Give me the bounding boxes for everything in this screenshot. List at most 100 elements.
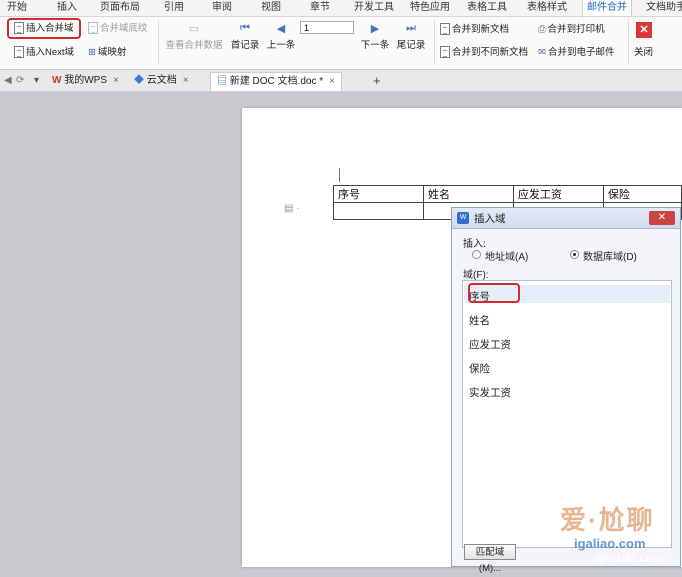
text-cursor [339, 168, 340, 182]
wps-logo-icon: W [52, 75, 62, 86]
tab-developer[interactable]: 开发工具 [350, 0, 398, 16]
field-item[interactable]: 姓名 [469, 313, 490, 328]
tab-table-style[interactable]: 表格样式 [523, 0, 571, 16]
record-number-input[interactable] [300, 21, 354, 34]
table-header-cell[interactable]: 应发工资 [512, 185, 604, 203]
tab-mail-merge[interactable]: 邮件合并 [582, 0, 632, 16]
merge-to-email-label: 合并到电子邮件 [547, 47, 615, 59]
field-item[interactable]: 应发工资 [469, 337, 511, 352]
watermark-text: 爱·尬聊 [560, 505, 655, 535]
view-merged-data-button[interactable]: ▭ 查看合并数据 [164, 22, 224, 51]
prev-record-button[interactable]: ◀ 上一条 [264, 22, 298, 51]
tab-insert[interactable]: 插入 [53, 0, 81, 16]
printer-icon: ⎙ [538, 24, 546, 35]
prev-record-icon: ◀ [276, 23, 286, 35]
new-doc-icon [440, 23, 450, 36]
field-map-label: 域映射 [97, 47, 127, 59]
dialog-title-bar[interactable]: W 插入域 ✕ [452, 208, 680, 229]
merge-to-printer-label: 合并到打印机 [547, 24, 605, 36]
tab-my-wps[interactable]: W 我的WPS × [52, 72, 119, 90]
merge-to-email-button[interactable]: ✉ 合并到电子邮件 [538, 44, 614, 61]
merge-to-new-doc-button[interactable]: 合并到新文档 [440, 21, 509, 38]
document-tab-bar: ◀ ⟳ ▾ W 我的WPS × ◆ 云文档 × ▤ 新建 DOC 文档.doc * ×… [0, 70, 682, 92]
radio-database-label[interactable]: 数据库域(D) [583, 248, 637, 263]
insert-next-field-button[interactable]: 插入Next域 [14, 44, 74, 61]
tab-my-wps-label: 我的WPS [64, 75, 108, 86]
tab-special-apps[interactable]: 特色应用 [406, 0, 454, 16]
tab-cloud-docs[interactable]: ◆ 云文档 × [134, 72, 189, 90]
highlight-insert-merge-field [7, 18, 81, 39]
tab-new-doc[interactable]: ▤ 新建 DOC 文档.doc * × [210, 72, 342, 91]
email-icon: ✉ [538, 47, 546, 58]
close-mail-merge-icon[interactable]: ✕ [636, 22, 652, 38]
next-record-icon: ▶ [370, 23, 380, 35]
tab-view[interactable]: 视图 [257, 0, 285, 16]
first-record-button[interactable]: ⏮ 首记录 [228, 22, 262, 51]
radio-database-field[interactable] [570, 250, 579, 259]
watermark-url: igaliao.com [574, 536, 646, 551]
field-map-icon: ⊞ [88, 47, 96, 58]
doc-file-icon: ▤ [217, 76, 227, 87]
watermark-url-secondary: qkoufu.com- [596, 551, 668, 565]
shading-icon [88, 22, 98, 35]
merge-to-different-docs-button[interactable]: 合并到不同新文档 [440, 44, 528, 61]
different-docs-icon [440, 46, 450, 59]
last-record-label: 尾记录 [396, 40, 426, 51]
radio-address-label[interactable]: 地址域(A) [485, 248, 528, 263]
merge-field-shading-label: 合并域底纹 [100, 23, 148, 34]
tab-doc-assistant[interactable]: 文档助手 [642, 0, 682, 16]
table-header-cell[interactable]: 保险 [602, 185, 682, 203]
last-record-button[interactable]: ⏭ 尾记录 [394, 22, 428, 51]
view-data-icon: ▭ [188, 23, 200, 35]
close-tab-icon[interactable]: × [329, 76, 335, 87]
tab-references[interactable]: 引用 [160, 0, 188, 16]
field-item[interactable]: 保险 [469, 361, 490, 376]
dialog-title: 插入域 [474, 213, 506, 225]
tab-new-doc-label: 新建 DOC 文档.doc * [229, 76, 324, 87]
dialog-close-button[interactable]: ✕ [649, 211, 675, 225]
first-record-label: 首记录 [230, 40, 260, 51]
field-map-button[interactable]: ⊞ 域映射 [88, 44, 126, 61]
prev-record-label: 上一条 [266, 40, 296, 51]
menu-bar: 开始 插入 页面布局 引用 审阅 视图 章节 开发工具 特色应用 表格工具 表格… [0, 0, 682, 17]
field-highlight-box [468, 283, 520, 303]
new-tab-icon[interactable]: + [373, 72, 381, 90]
back-icon[interactable]: ◀ [4, 72, 12, 90]
next-record-label: 下一条 [360, 40, 390, 51]
table-header-cell[interactable]: 姓名 [422, 185, 514, 203]
radio-address-field[interactable] [472, 250, 481, 259]
last-record-icon: ⏭ [406, 22, 416, 34]
merge-field-shading-button[interactable]: 合并域底纹 [88, 20, 148, 37]
first-record-icon: ⏮ [240, 22, 250, 34]
tab-cloud-docs-label: 云文档 [146, 75, 177, 86]
insert-next-field-label: 插入Next域 [26, 47, 75, 58]
table-cell[interactable] [333, 202, 424, 220]
close-mail-merge-label[interactable]: 关闭 [634, 44, 653, 61]
ribbon-separator [628, 20, 629, 64]
table-header-cell[interactable]: 序号 [333, 185, 424, 203]
cloud-icon: ◆ [134, 75, 144, 86]
tab-chapter[interactable]: 章节 [306, 0, 334, 16]
close-tab-icon[interactable]: × [183, 75, 189, 86]
tab-start[interactable]: 开始 [3, 0, 31, 16]
tab-review[interactable]: 审阅 [208, 0, 236, 16]
view-merged-data-label: 查看合并数据 [165, 40, 223, 51]
insert-type-label: 插入: [463, 239, 486, 250]
merge-to-different-docs-label: 合并到不同新文档 [452, 47, 529, 58]
merge-to-new-doc-label: 合并到新文档 [452, 24, 510, 35]
field-item[interactable]: 实发工资 [469, 385, 511, 400]
merge-to-printer-button[interactable]: ⎙ 合并到打印机 [538, 21, 605, 38]
next-field-icon [14, 46, 24, 59]
ribbon-separator [158, 20, 159, 64]
paragraph-handle-icon[interactable]: ▤ · [284, 203, 300, 214]
field-list-label: 域(F): [463, 270, 489, 281]
close-tab-icon[interactable]: × [113, 75, 119, 86]
match-fields-button[interactable]: 匹配域(M)... [464, 544, 516, 574]
wps-app-icon: W [457, 212, 469, 224]
refresh-icon[interactable]: ⟳ [16, 72, 24, 90]
ribbon-separator [434, 20, 435, 64]
tab-list-dropdown-icon[interactable]: ▾ [34, 72, 39, 90]
tab-page-layout[interactable]: 页面布局 [96, 0, 144, 16]
next-record-button[interactable]: ▶ 下一条 [358, 22, 392, 51]
tab-table-tools[interactable]: 表格工具 [463, 0, 511, 16]
